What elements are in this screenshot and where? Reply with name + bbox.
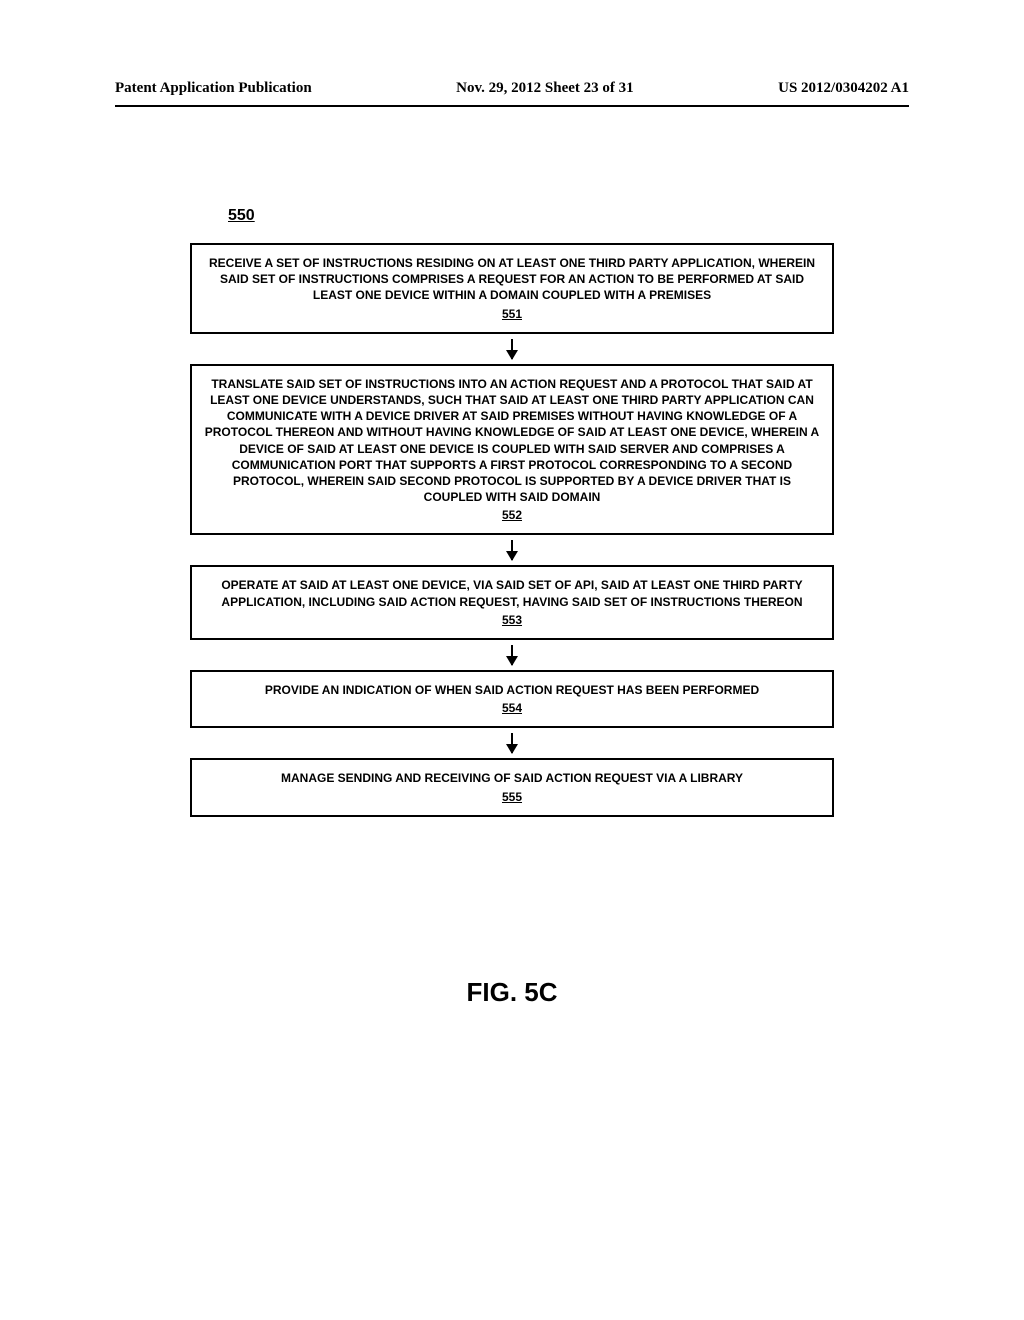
step-ref-number: 555 (204, 789, 820, 805)
header-center-text: Nov. 29, 2012 Sheet 23 of 31 (456, 80, 634, 97)
flowchart-step-4: PROVIDE AN INDICATION OF WHEN SAID ACTIO… (190, 670, 834, 728)
flowchart-step-2: TRANSLATE SAID SET OF INSTRUCTIONS INTO … (190, 364, 834, 536)
step-text: TRANSLATE SAID SET OF INSTRUCTIONS INTO … (204, 376, 820, 506)
step-text: RECEIVE A SET OF INSTRUCTIONS RESIDING O… (204, 255, 820, 304)
arrow-1 (190, 334, 834, 364)
step-text: OPERATE AT SAID AT LEAST ONE DEVICE, VIA… (204, 577, 820, 609)
flowchart-step-5: MANAGE SENDING AND RECEIVING OF SAID ACT… (190, 758, 834, 816)
arrow-down-icon (511, 339, 513, 359)
header-left-text: Patent Application Publication (115, 80, 312, 97)
flowchart-step-1: RECEIVE A SET OF INSTRUCTIONS RESIDING O… (190, 243, 834, 334)
arrow-4 (190, 728, 834, 758)
arrow-down-icon (511, 645, 513, 665)
step-ref-number: 554 (204, 700, 820, 716)
arrow-3 (190, 640, 834, 670)
diagram-reference-number: 550 (228, 207, 255, 225)
header-divider (115, 105, 909, 107)
flowchart-diagram: 550 RECEIVE A SET OF INSTRUCTIONS RESIDI… (190, 207, 834, 817)
arrow-down-icon (511, 540, 513, 560)
arrow-2 (190, 535, 834, 565)
figure-label: FIG. 5C (0, 977, 1024, 1008)
page-header: Patent Application Publication Nov. 29, … (0, 0, 1024, 105)
step-ref-number: 551 (204, 306, 820, 322)
step-text: PROVIDE AN INDICATION OF WHEN SAID ACTIO… (204, 682, 820, 698)
step-ref-number: 553 (204, 612, 820, 628)
arrow-down-icon (511, 733, 513, 753)
flowchart-step-3: OPERATE AT SAID AT LEAST ONE DEVICE, VIA… (190, 565, 834, 640)
step-text: MANAGE SENDING AND RECEIVING OF SAID ACT… (204, 770, 820, 786)
header-right-text: US 2012/0304202 A1 (778, 80, 909, 97)
step-ref-number: 552 (204, 507, 820, 523)
